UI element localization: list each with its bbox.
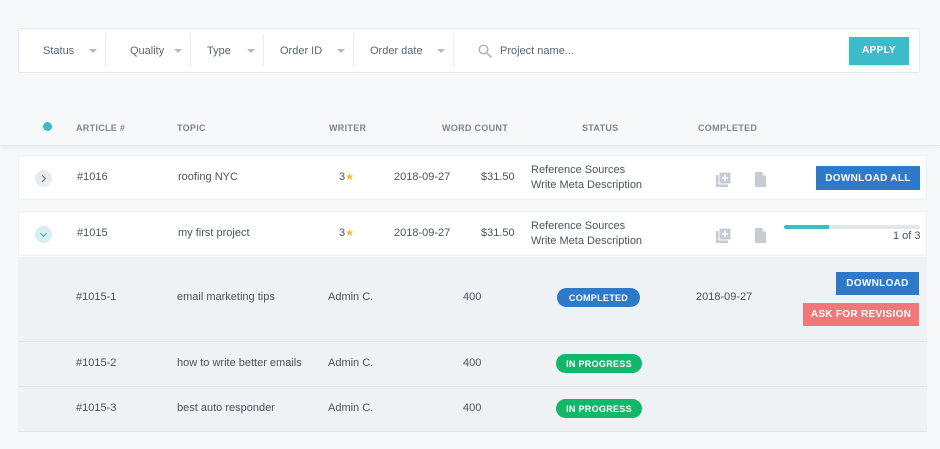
- status-badge: COMPLETED: [557, 288, 640, 307]
- apply-button[interactable]: APPLY: [849, 36, 909, 65]
- status-column-header[interactable]: STATUS: [582, 123, 618, 133]
- word-count-column-header[interactable]: WORD COUNT: [442, 123, 508, 133]
- add-files-icon[interactable]: [716, 172, 731, 187]
- download-all-button[interactable]: DOWNLOAD ALL: [816, 166, 920, 190]
- order-date: 2018-09-27: [394, 171, 451, 183]
- order-id: #1016: [77, 171, 108, 183]
- progress-bar: [784, 225, 920, 229]
- project-search: [454, 34, 849, 67]
- status-filter-label: Status: [43, 44, 75, 57]
- article-topic: email marketing tips: [177, 291, 275, 303]
- article-row: #1015-3 best auto responder Admin C. 400…: [18, 387, 927, 432]
- filter-bar: Status Quality Type Order ID Order date …: [18, 28, 920, 73]
- status-line: Write Meta Description: [531, 179, 643, 191]
- progress-bar-fill: [784, 225, 830, 229]
- caret-down-icon: [89, 48, 97, 53]
- caret-down-icon: [437, 48, 445, 53]
- star-icon: ★: [345, 172, 355, 183]
- order-status: Reference Sources Write Meta Description: [531, 219, 642, 249]
- order-id-filter[interactable]: Order ID: [264, 34, 354, 67]
- article-id: #1015-3: [76, 402, 117, 414]
- order-date-filter[interactable]: Order date: [354, 34, 454, 67]
- order-date-filter-label: Order date: [370, 44, 423, 57]
- article-row: #1015-1 email marketing tips Admin C. 40…: [18, 257, 927, 342]
- article-id: #1015-1: [76, 291, 117, 303]
- quality-filter[interactable]: Quality: [106, 34, 191, 67]
- order-row: #1016 roofing NYC 3★ 2018-09-27 $31.50 R…: [18, 155, 927, 200]
- caret-down-icon: [337, 48, 345, 53]
- article-writer: Admin C.: [328, 291, 374, 303]
- order-id: #1015: [77, 227, 108, 239]
- status-badge: IN PROGRESS: [556, 399, 642, 418]
- article-writer: Admin C.: [328, 402, 374, 414]
- order-price: $31.50: [481, 227, 515, 239]
- article-word-count: 400: [463, 357, 482, 369]
- download-button[interactable]: DOWNLOAD: [836, 272, 919, 295]
- order-topic: my first project: [178, 227, 250, 239]
- order-id-filter-label: Order ID: [280, 44, 323, 57]
- status-line: Reference Sources: [531, 164, 626, 176]
- status-filter[interactable]: Status: [19, 34, 106, 67]
- article-row: #1015-2 how to write better emails Admin…: [18, 342, 927, 387]
- order-date: 2018-09-27: [394, 227, 451, 239]
- article-writer: Admin C.: [328, 357, 374, 369]
- star-icon: ★: [345, 228, 355, 239]
- collapse-toggle[interactable]: [35, 226, 52, 243]
- completed-date: 2018-09-27: [696, 291, 753, 303]
- writer-rating: 3★: [339, 171, 354, 183]
- table-header: ARTICLE # TOPIC WRITER WORD COUNT STATUS…: [0, 108, 940, 146]
- article-topic: best auto responder: [177, 402, 275, 414]
- project-search-input[interactable]: [500, 44, 800, 57]
- progress-text: 1 of 3: [893, 230, 921, 242]
- article-column-header[interactable]: ARTICLE #: [76, 123, 125, 133]
- chevron-right-icon: [38, 174, 47, 183]
- article-word-count: 400: [463, 402, 482, 414]
- writer-column-header[interactable]: WRITER: [329, 123, 366, 133]
- article-word-count: 400: [463, 291, 482, 303]
- order-status: Reference Sources Write Meta Description: [531, 163, 642, 193]
- topic-column-header[interactable]: TOPIC: [177, 123, 206, 133]
- type-filter[interactable]: Type: [191, 34, 264, 67]
- select-all-dot[interactable]: [43, 122, 52, 131]
- document-icon[interactable]: [753, 172, 768, 187]
- expand-toggle[interactable]: [35, 170, 52, 187]
- chevron-down-icon: [39, 229, 48, 237]
- caret-down-icon: [247, 48, 255, 53]
- add-files-icon[interactable]: [716, 228, 731, 243]
- article-topic: how to write better emails: [177, 357, 302, 369]
- type-filter-label: Type: [207, 44, 231, 57]
- writer-rating: 3★: [339, 227, 354, 239]
- caret-down-icon: [174, 48, 182, 53]
- order-topic: roofing NYC: [178, 171, 238, 183]
- order-price: $31.50: [481, 171, 515, 183]
- ask-for-revision-button[interactable]: ASK FOR REVISION: [803, 303, 919, 326]
- document-icon[interactable]: [753, 228, 768, 243]
- status-line: Write Meta Description: [531, 235, 643, 247]
- order-row: #1015 my first project 3★ 2018-09-27 $31…: [18, 211, 927, 256]
- completed-column-header[interactable]: COMPLETED: [698, 123, 757, 133]
- article-id: #1015-2: [76, 357, 117, 369]
- status-line: Reference Sources: [531, 220, 626, 232]
- quality-filter-label: Quality: [130, 44, 165, 57]
- status-badge: IN PROGRESS: [556, 354, 642, 373]
- search-icon: [478, 43, 492, 58]
